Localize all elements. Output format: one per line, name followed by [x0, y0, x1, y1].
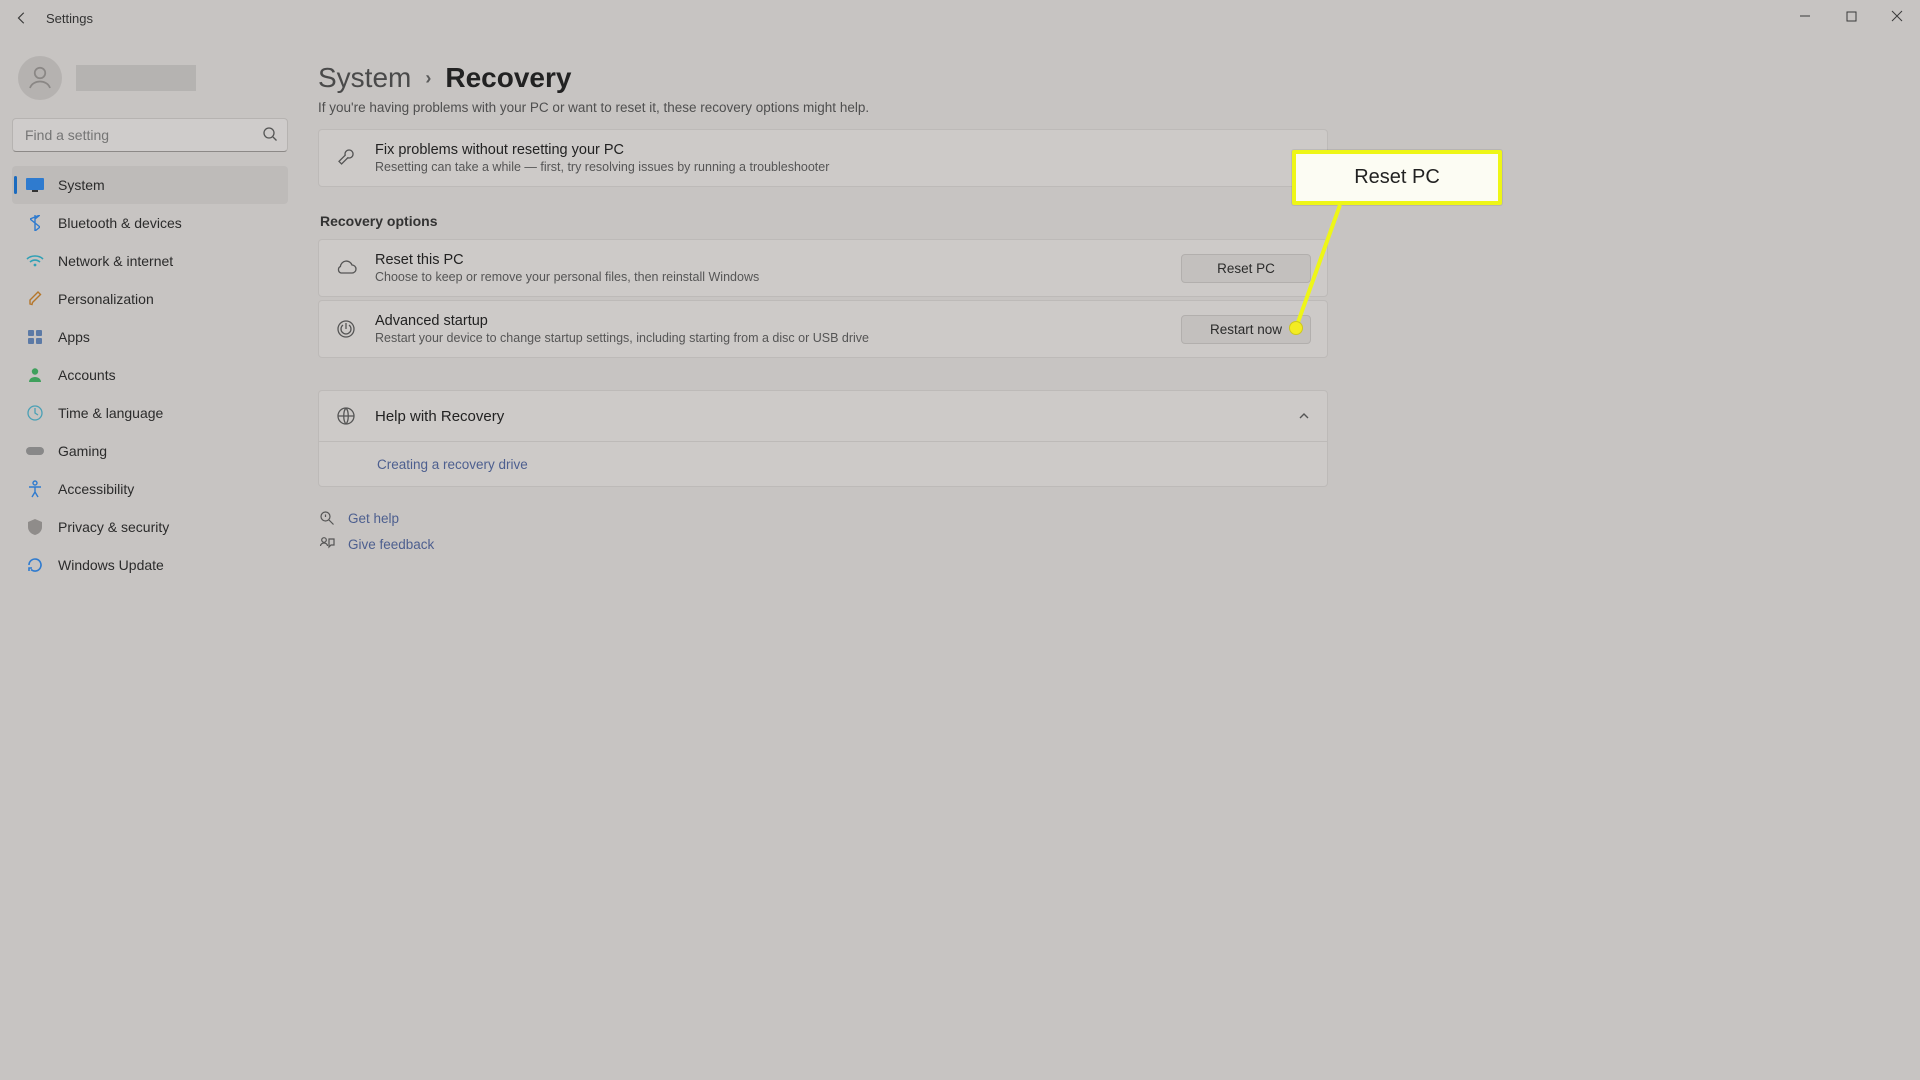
- globe-clock-icon: [26, 404, 44, 422]
- card-advanced-startup: Advanced startup Restart your device to …: [318, 300, 1328, 358]
- section-recovery-options: Recovery options: [320, 213, 1860, 229]
- back-button[interactable]: [10, 6, 34, 30]
- bluetooth-icon: [26, 214, 44, 232]
- sidebar-item-personalization[interactable]: Personalization: [12, 280, 288, 318]
- help-link-recovery-drive[interactable]: Creating a recovery drive: [377, 457, 528, 472]
- wrench-icon: [335, 147, 357, 169]
- sidebar-item-label: Time & language: [58, 405, 163, 421]
- sidebar-item-bluetooth[interactable]: Bluetooth & devices: [12, 204, 288, 242]
- card-title: Advanced startup: [375, 313, 1163, 329]
- sidebar-item-network[interactable]: Network & internet: [12, 242, 288, 280]
- titlebar: Settings: [0, 0, 1920, 36]
- get-help-link[interactable]: Get help: [348, 511, 399, 526]
- annotation-dot: [1289, 321, 1303, 335]
- chevron-right-icon: ›: [425, 68, 431, 89]
- sidebar: System Bluetooth & devices Network & int…: [0, 36, 300, 1080]
- sidebar-item-system[interactable]: System: [12, 166, 288, 204]
- give-feedback-link[interactable]: Give feedback: [348, 537, 434, 552]
- avatar: [18, 56, 62, 100]
- close-button[interactable]: [1874, 0, 1920, 32]
- advanced-startup-icon: [335, 318, 357, 340]
- card-title: Reset this PC: [375, 252, 1163, 268]
- sidebar-item-label: Network & internet: [58, 253, 173, 269]
- sidebar-item-label: Personalization: [58, 291, 154, 307]
- reset-pc-button[interactable]: Reset PC: [1181, 254, 1311, 283]
- paintbrush-icon: [26, 290, 44, 308]
- card-troubleshoot[interactable]: Fix problems without resetting your PC R…: [318, 129, 1328, 187]
- nav-list: System Bluetooth & devices Network & int…: [12, 166, 288, 584]
- help-expander-title: Help with Recovery: [375, 408, 1279, 425]
- sidebar-item-label: Accounts: [58, 367, 116, 383]
- feedback-icon: [318, 535, 336, 553]
- card-subtitle: Restart your device to change startup se…: [375, 331, 1163, 345]
- sidebar-item-label: Privacy & security: [58, 519, 169, 535]
- breadcrumb: System › Recovery: [318, 62, 1860, 94]
- search-input-wrapper: [12, 118, 288, 152]
- sidebar-item-label: Apps: [58, 329, 90, 345]
- page-subtitle: If you're having problems with your PC o…: [318, 100, 1860, 115]
- sidebar-item-apps[interactable]: Apps: [12, 318, 288, 356]
- user-name-placeholder: [76, 65, 196, 91]
- shield-icon: [26, 518, 44, 536]
- sidebar-item-gaming[interactable]: Gaming: [12, 432, 288, 470]
- globe-icon: [335, 405, 357, 427]
- sidebar-item-label: Accessibility: [58, 481, 134, 497]
- card-title: Fix problems without resetting your PC: [375, 142, 1311, 158]
- profile-block[interactable]: [18, 56, 288, 100]
- search-input[interactable]: [12, 118, 288, 152]
- card-reset-this-pc: Reset this PC Choose to keep or remove y…: [318, 239, 1328, 297]
- apps-icon: [26, 328, 44, 346]
- display-icon: [26, 176, 44, 194]
- sidebar-item-label: Gaming: [58, 443, 107, 459]
- sidebar-item-windows-update[interactable]: Windows Update: [12, 546, 288, 584]
- sidebar-item-time-language[interactable]: Time & language: [12, 394, 288, 432]
- search-icon: [262, 126, 278, 142]
- update-icon: [26, 556, 44, 574]
- accessibility-icon: [26, 480, 44, 498]
- gamepad-icon: [26, 442, 44, 460]
- chevron-up-icon: [1297, 409, 1311, 423]
- card-subtitle: Resetting can take a while — first, try …: [375, 160, 1311, 174]
- card-subtitle: Choose to keep or remove your personal f…: [375, 270, 1163, 284]
- help-expander: Help with Recovery Creating a recovery d…: [318, 390, 1328, 487]
- sidebar-item-label: Bluetooth & devices: [58, 215, 182, 231]
- maximize-button[interactable]: [1828, 0, 1874, 32]
- help-icon: [318, 509, 336, 527]
- sidebar-item-accessibility[interactable]: Accessibility: [12, 470, 288, 508]
- sidebar-item-privacy[interactable]: Privacy & security: [12, 508, 288, 546]
- cloud-reset-icon: [335, 257, 357, 279]
- minimize-button[interactable]: [1782, 0, 1828, 32]
- annotation-callout: Reset PC: [1292, 150, 1502, 205]
- sidebar-item-label: Windows Update: [58, 557, 164, 573]
- breadcrumb-parent[interactable]: System: [318, 62, 411, 94]
- page-title: Recovery: [445, 62, 571, 94]
- sidebar-item-accounts[interactable]: Accounts: [12, 356, 288, 394]
- wifi-icon: [26, 252, 44, 270]
- window-title: Settings: [46, 11, 93, 26]
- person-icon: [26, 366, 44, 384]
- help-expander-header[interactable]: Help with Recovery: [319, 391, 1327, 441]
- sidebar-item-label: System: [58, 177, 105, 193]
- main-pane: System › Recovery If you're having probl…: [300, 36, 1920, 1080]
